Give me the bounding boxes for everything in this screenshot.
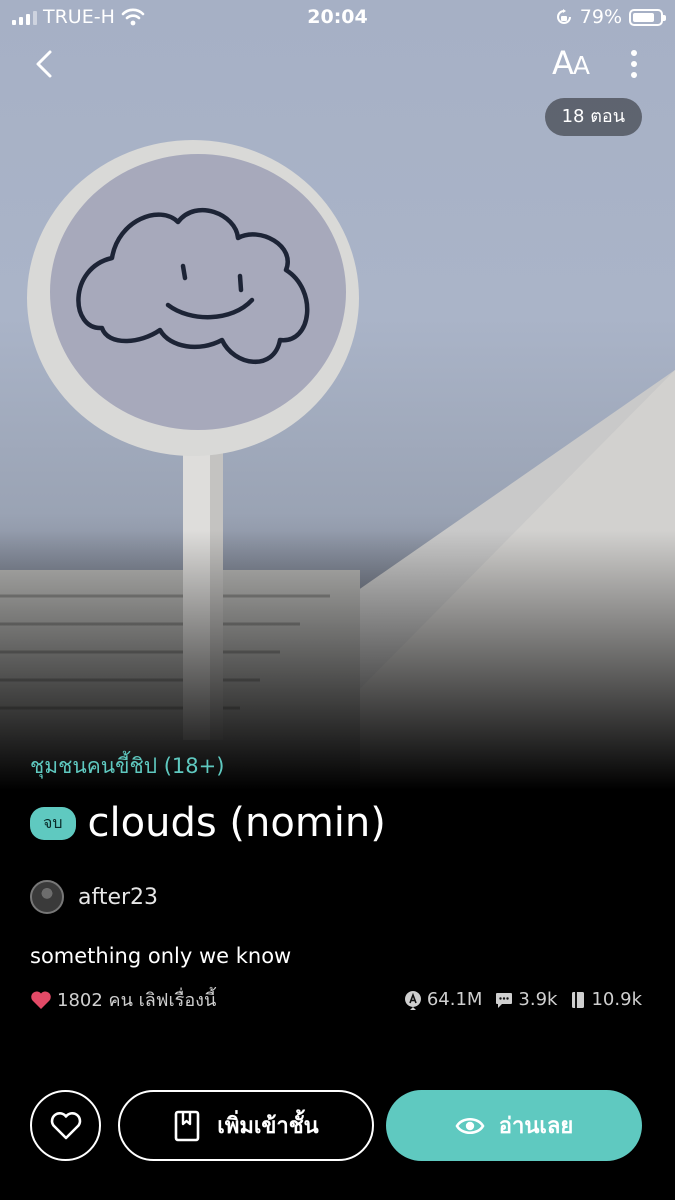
heart-outline-icon — [50, 1111, 81, 1139]
title-row: จบ clouds (nomin) — [30, 800, 386, 846]
author-link[interactable]: after23 — [30, 880, 158, 914]
completed-status-badge: จบ — [30, 806, 76, 840]
back-button[interactable] — [28, 44, 64, 84]
status-bar: TRUE-H 20:04 79% — [0, 0, 675, 36]
more-vertical-icon — [631, 50, 637, 78]
eye-icon — [455, 1117, 485, 1134]
views-icon — [404, 990, 421, 1010]
views-count: 64.1M — [426, 989, 483, 1010]
battery-icon — [629, 8, 666, 26]
author-name: after23 — [78, 884, 159, 910]
read-now-button[interactable]: อ่านเลย — [386, 1090, 642, 1161]
heart-filled-icon — [31, 990, 51, 1009]
read-now-label: อ่านเลย — [498, 1114, 574, 1139]
font-size-label-small: A — [572, 51, 590, 80]
story-stats: 1802 คน เลิฟเรื่องนี้ 64.1M 3.9k 10.9k — [30, 985, 642, 1014]
story-title: clouds (nomin) — [87, 800, 386, 846]
rotation-lock-icon — [556, 9, 571, 24]
story-category[interactable]: ชุมชนคนขี้ชิป (18+) — [30, 750, 224, 783]
favorite-button[interactable] — [30, 1090, 101, 1161]
episode-count-badge: 18 ตอน — [544, 98, 642, 136]
more-options-button[interactable] — [622, 46, 646, 82]
story-description: something only we know — [30, 944, 292, 968]
font-size-label-large: A — [552, 44, 574, 82]
battery-percent: 79% — [579, 6, 622, 28]
comments-count: 3.9k — [518, 989, 558, 1010]
chevron-left-icon — [36, 50, 52, 78]
add-to-shelf-button[interactable]: เพิ่มเข้าชั้น — [118, 1090, 374, 1161]
add-to-shelf-label: เพิ่มเข้าชั้น — [217, 1114, 319, 1139]
font-size-button[interactable]: AA — [552, 44, 590, 82]
bookshelf-icon — [572, 991, 585, 1008]
book-bookmark-icon — [174, 1110, 200, 1141]
likes-count: 1802 คน เลิฟเรื่องนี้ — [57, 990, 217, 1011]
shelf-count: 10.9k — [591, 989, 642, 1010]
author-avatar — [30, 880, 64, 914]
comment-icon — [496, 992, 513, 1008]
